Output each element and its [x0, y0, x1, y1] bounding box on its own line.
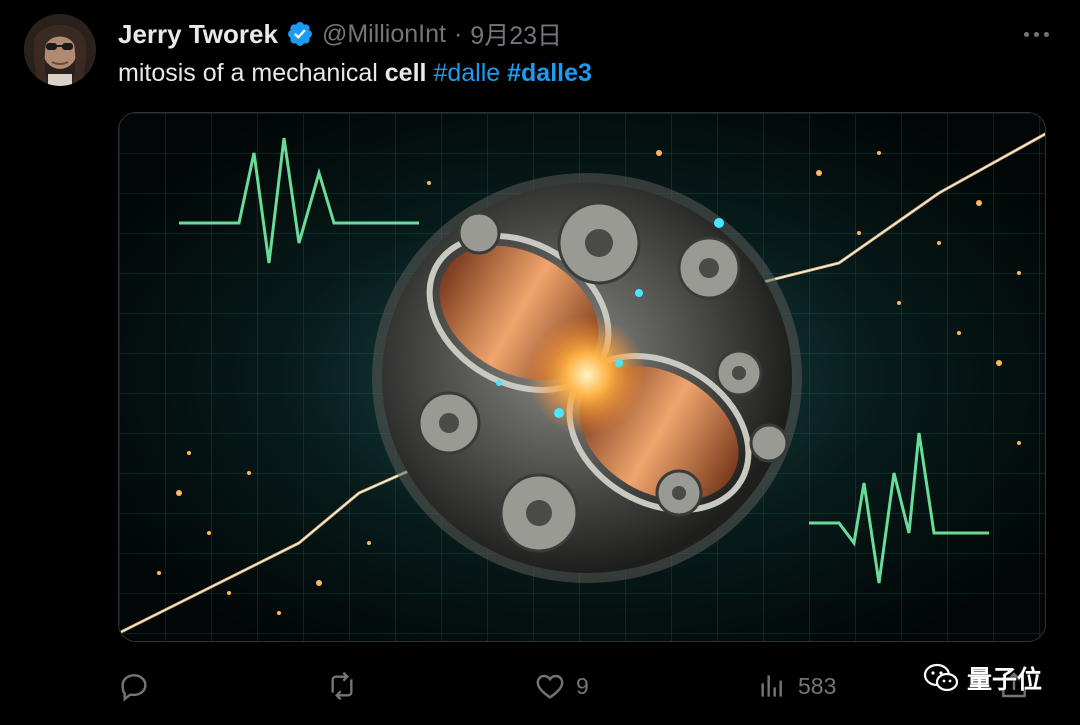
tweet-text-part: mitosis of a mechanical — [118, 59, 385, 87]
hashtag-dalle[interactable]: #dalle — [433, 59, 500, 87]
tweet-text-bold: cell — [384, 59, 427, 87]
reply-button[interactable] — [118, 666, 150, 706]
verified-badge-icon — [286, 20, 314, 48]
watermark-text: 量子位 — [966, 666, 1042, 694]
tweet: Jerry Tworek @MillionInt · 9月23日 mitosis… — [0, 0, 1080, 725]
hashtag-dalle3[interactable]: #dalle3 — [507, 59, 592, 87]
more-options-icon[interactable] — [1016, 20, 1056, 48]
header-separator: · — [453, 19, 463, 48]
views-button[interactable]: 583 — [756, 666, 836, 706]
author-name[interactable]: Jerry Tworek — [118, 19, 278, 50]
like-button[interactable]: 9 — [534, 666, 589, 706]
like-count: 9 — [576, 672, 589, 699]
reply-icon — [121, 674, 147, 702]
tweet-header: Jerry Tworek @MillionInt · 9月23日 — [118, 16, 562, 52]
tweet-media-image[interactable] — [118, 112, 1046, 642]
watermark: 量子位 — [923, 660, 1042, 696]
author-handle[interactable]: @MillionInt — [322, 20, 446, 49]
views-count: 583 — [798, 672, 837, 699]
heart-icon — [536, 674, 564, 699]
tweet-actions: 9 583 — [118, 666, 1058, 706]
mechanical-cell-mitosis-image — [119, 113, 1045, 641]
retweet-icon — [331, 671, 353, 701]
views-icon — [761, 675, 782, 697]
avatar[interactable] — [24, 14, 96, 86]
tweet-date[interactable]: 9月23日 — [470, 16, 562, 52]
retweet-button[interactable] — [326, 666, 358, 706]
wechat-icon — [923, 663, 959, 692]
tweet-text: mitosis of a mechanical cell #dalle #dal… — [118, 58, 592, 88]
